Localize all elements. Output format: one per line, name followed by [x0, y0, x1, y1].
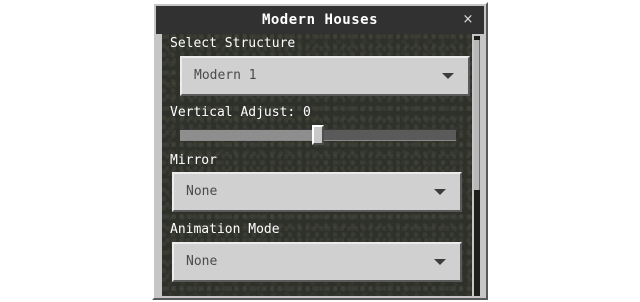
close-icon[interactable]: ×	[458, 10, 478, 30]
scrollbar-thumb[interactable]	[474, 40, 480, 190]
select-structure-dropdown[interactable]: Modern 1	[180, 56, 470, 96]
slider-fill	[180, 130, 318, 140]
mirror-value: None	[186, 184, 218, 199]
mirror-dropdown[interactable]: None	[172, 172, 462, 212]
mirror-label: Mirror	[170, 153, 217, 168]
title-bar: Modern Houses ×	[156, 6, 484, 34]
game-screen: Modern Houses × Select Structure Modern …	[0, 0, 640, 302]
dialog-title: Modern Houses	[261, 12, 379, 28]
vertical-adjust-label: Vertical Adjust: 0	[170, 105, 311, 120]
animation-mode-dropdown[interactable]: None	[172, 242, 462, 282]
slider-handle[interactable]	[312, 125, 324, 145]
chevron-down-icon	[434, 259, 446, 265]
animation-mode-label: Animation Mode	[170, 222, 280, 237]
animation-mode-value: None	[186, 254, 218, 269]
structure-dialog: Modern Houses × Select Structure Modern …	[152, 2, 488, 300]
select-structure-label: Select Structure	[170, 36, 296, 51]
chevron-down-icon	[442, 73, 454, 79]
chevron-down-icon	[434, 189, 446, 195]
select-structure-value: Modern 1	[194, 68, 257, 83]
